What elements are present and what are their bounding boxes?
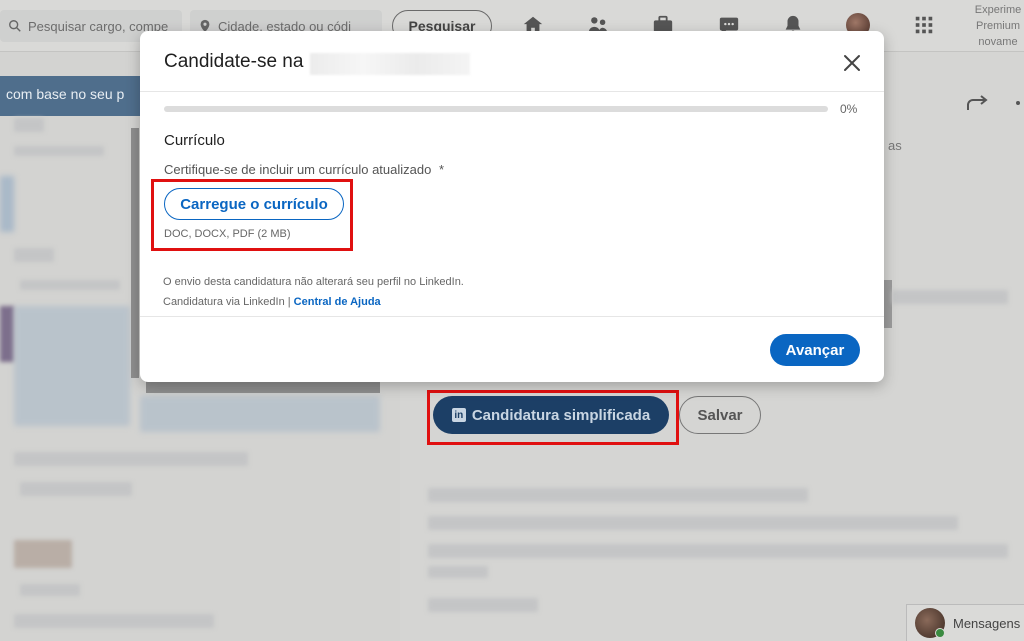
list-scrollbar[interactable] bbox=[131, 128, 139, 378]
blurred-content bbox=[428, 598, 538, 612]
blurred-content bbox=[428, 488, 808, 502]
blurred-content bbox=[14, 540, 72, 568]
share-arrow-icon[interactable] bbox=[966, 94, 990, 112]
highlight-box-apply bbox=[427, 390, 679, 445]
blurred-content bbox=[20, 482, 132, 496]
premium-link[interactable]: Experime Premium novame bbox=[968, 2, 1024, 50]
messaging-avatar bbox=[915, 608, 945, 638]
close-icon bbox=[844, 55, 860, 71]
application-via-text: Candidatura via LinkedIn | bbox=[163, 296, 291, 308]
modal-header: Candidate-se na bbox=[140, 31, 884, 92]
blurred-content bbox=[14, 248, 54, 262]
blurred-content bbox=[892, 290, 1008, 304]
blurred-content bbox=[0, 306, 14, 362]
application-via-note: Candidatura via LinkedIn | Central de Aj… bbox=[163, 296, 381, 308]
progress-percent: 0% bbox=[840, 102, 858, 116]
blurred-content bbox=[20, 584, 80, 596]
blurred-content bbox=[428, 566, 488, 578]
messaging-label: Mensagens bbox=[953, 615, 1021, 631]
blurred-content bbox=[14, 306, 130, 426]
save-job-button[interactable]: Salvar bbox=[679, 396, 761, 434]
blurred-content bbox=[140, 396, 380, 432]
apps-grid-icon[interactable] bbox=[913, 14, 935, 36]
horizontal-scrollbar[interactable] bbox=[146, 381, 380, 393]
resume-field-label: Certifique-se de incluir um currículo at… bbox=[164, 162, 444, 177]
blurred-content bbox=[20, 280, 120, 290]
blurred-content bbox=[0, 176, 14, 232]
blurred-content bbox=[14, 452, 248, 466]
details-scrollbar[interactable] bbox=[884, 280, 892, 328]
progress-bar bbox=[164, 106, 828, 112]
help-center-link[interactable]: Central de Ajuda bbox=[294, 296, 381, 308]
highlight-box-upload bbox=[151, 179, 353, 251]
close-button[interactable] bbox=[836, 47, 868, 79]
more-options-icon[interactable] bbox=[1016, 101, 1020, 105]
search-icon bbox=[9, 20, 21, 32]
resume-field-text: Certifique-se de incluir um currículo at… bbox=[164, 162, 432, 177]
messaging-bar[interactable]: Mensagens bbox=[906, 604, 1024, 641]
blurred-content bbox=[14, 614, 214, 628]
profile-note: O envio desta candidatura não alterará s… bbox=[163, 276, 464, 288]
section-title-resume: Currículo bbox=[164, 132, 225, 149]
background-text: as bbox=[888, 138, 902, 153]
blurred-content bbox=[14, 118, 44, 132]
blurred-content bbox=[428, 544, 1008, 558]
redacted-company-name bbox=[310, 53, 470, 75]
recommendation-banner: com base no seu p bbox=[0, 76, 140, 116]
modal-footer-divider bbox=[140, 316, 884, 317]
required-mark: * bbox=[438, 162, 445, 177]
blurred-content bbox=[14, 146, 104, 156]
blurred-content bbox=[428, 516, 958, 530]
next-button[interactable]: Avançar bbox=[770, 334, 860, 366]
modal-title: Candidate-se na bbox=[164, 51, 304, 72]
